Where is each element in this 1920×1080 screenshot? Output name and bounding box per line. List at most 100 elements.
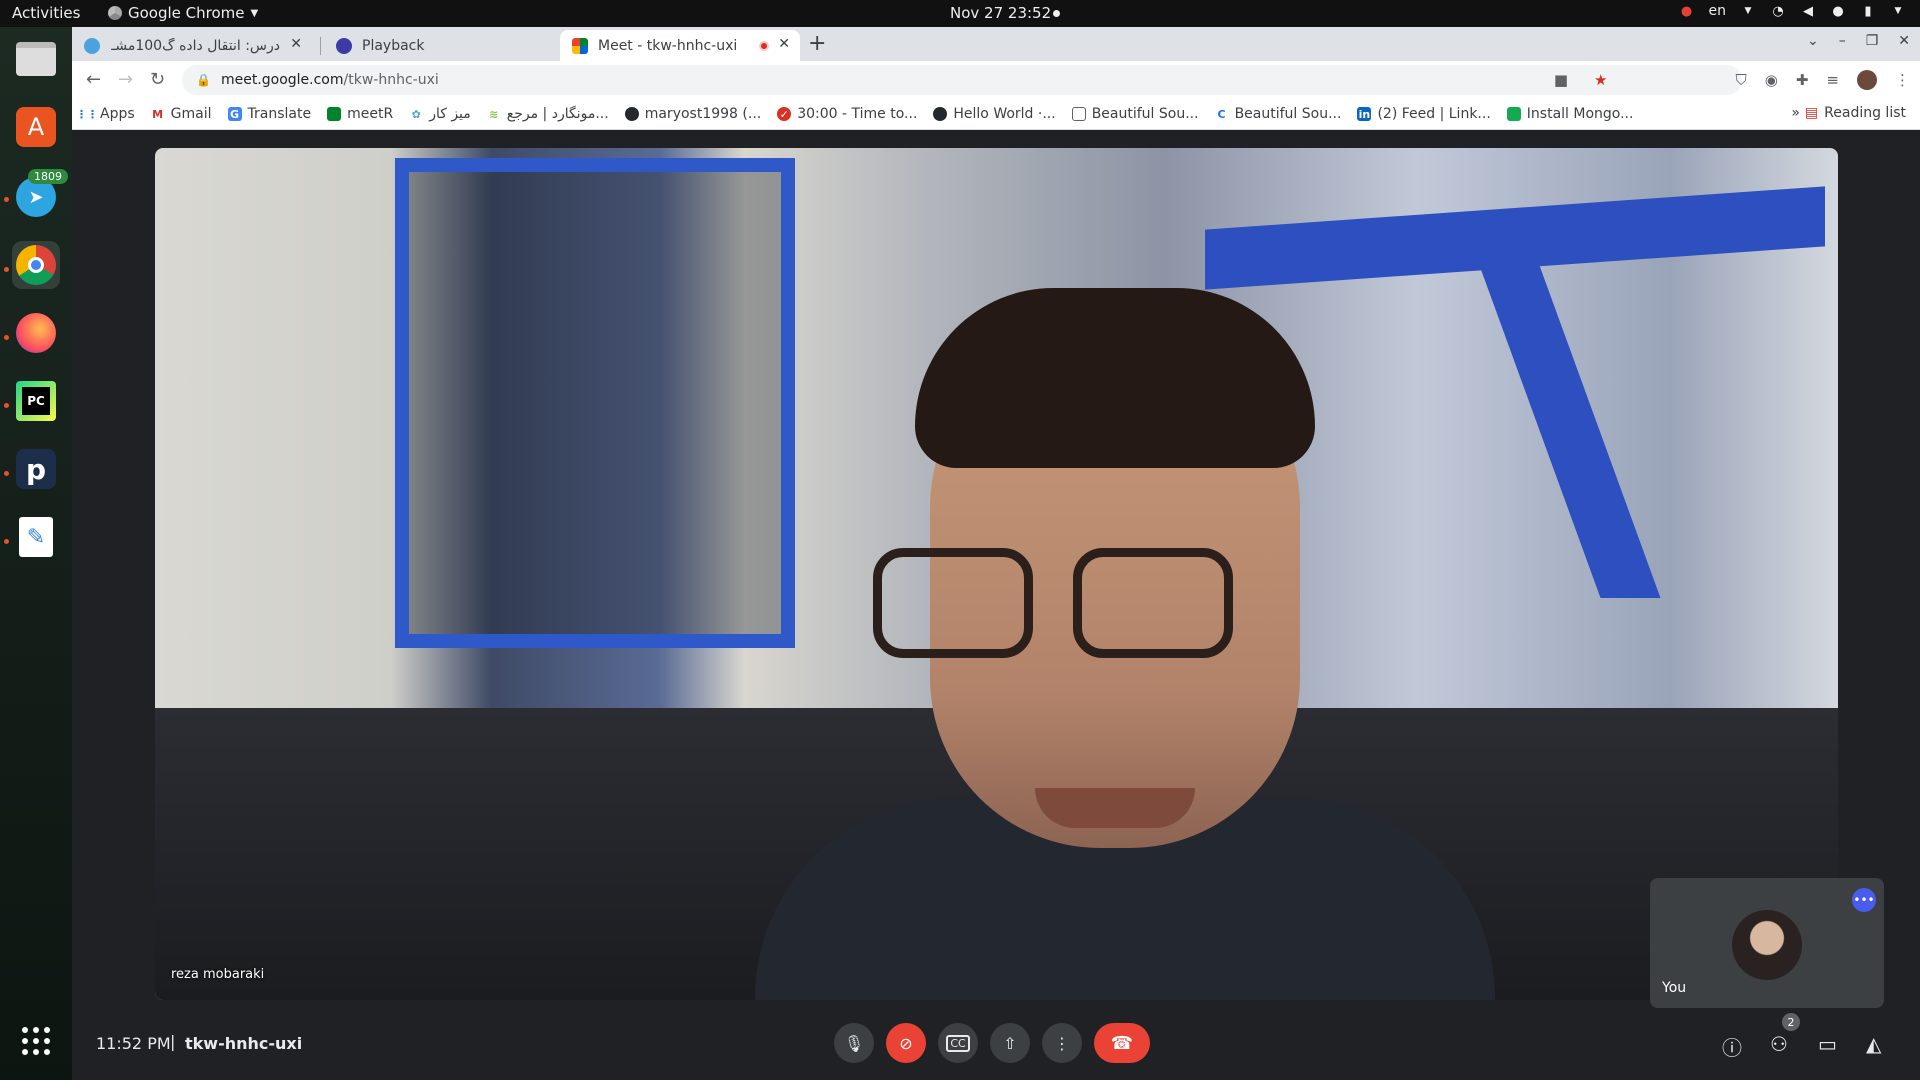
- bookmark-timer[interactable]: ✓ 30:00 - Time to...: [769, 106, 925, 122]
- close-window-icon[interactable]: ✕: [1898, 33, 1910, 49]
- apps-grid-icon: ⋮⋮: [76, 107, 98, 121]
- pandora-icon[interactable]: p: [12, 445, 60, 493]
- app-menu-label: Google Chrome: [128, 4, 245, 22]
- tab-meet[interactable]: Meet - tkw-hnhc-uxi ✕: [560, 30, 800, 61]
- speaker-name: reza mobaraki: [171, 967, 265, 982]
- bookmark-apps[interactable]: ⋮⋮ Apps: [72, 106, 143, 122]
- bookmark-star-icon[interactable]: ★: [1594, 71, 1607, 89]
- close-icon[interactable]: ✕: [290, 36, 302, 52]
- chevron-down-icon[interactable]: ▼: [1890, 3, 1906, 19]
- new-tab-button[interactable]: +: [808, 31, 826, 56]
- participant-count-badge: 2: [1782, 1013, 1800, 1031]
- volume-icon[interactable]: ◀: [1800, 3, 1816, 19]
- end-call-button[interactable]: ☎: [1094, 1023, 1150, 1063]
- bookmark-beautiful-soup-1[interactable]: Beautiful Sou...: [1064, 106, 1207, 122]
- camera-off-button[interactable]: ⊘: [886, 1023, 926, 1063]
- running-indicator: [4, 471, 9, 476]
- meeting-code: tkw-hnhc-uxi: [185, 1034, 303, 1053]
- main-video-tile[interactable]: reza mobaraki: [155, 148, 1838, 1000]
- bookmarks-overflow-icon[interactable]: »: [1791, 105, 1800, 121]
- meeting-info-icon[interactable]: ⓘ: [1722, 1032, 1742, 1061]
- bookmark-hello-world[interactable]: Hello World ·...: [925, 106, 1063, 122]
- captions-button[interactable]: CC: [938, 1023, 978, 1063]
- telegram-badge: 1809: [28, 169, 68, 184]
- present-button[interactable]: ⇧: [990, 1023, 1030, 1063]
- microphone-icon[interactable]: ●: [1830, 3, 1846, 19]
- self-label: You: [1662, 980, 1687, 996]
- wifi-icon[interactable]: ◔: [1770, 3, 1786, 19]
- battery-icon[interactable]: ▮: [1860, 3, 1876, 19]
- activities-button[interactable]: Activities: [12, 4, 80, 22]
- bookmark-meetr[interactable]: meetR: [319, 106, 401, 122]
- bookmark-gmail[interactable]: M Gmail: [143, 106, 220, 122]
- meeting-time: 11:52 PM: [96, 1034, 171, 1053]
- bookmark-label: Translate: [247, 106, 312, 122]
- kebab-menu-icon[interactable]: ⋮: [1895, 71, 1910, 89]
- restore-icon[interactable]: ❐: [1866, 33, 1879, 49]
- reading-list-button[interactable]: ▤ Reading list: [1805, 105, 1906, 121]
- more-options-icon[interactable]: •••: [1852, 888, 1876, 912]
- chat-icon[interactable]: ▭: [1818, 1032, 1837, 1056]
- running-indicator: [4, 335, 9, 340]
- github-icon: [933, 107, 948, 121]
- language-indicator[interactable]: en: [1709, 3, 1727, 19]
- profile-avatar[interactable]: [1857, 70, 1877, 90]
- chevron-down-icon[interactable]: ⌄: [1807, 33, 1819, 49]
- bookmark-label: 30:00 - Time to...: [797, 106, 918, 122]
- running-indicator: [4, 267, 9, 272]
- chrome-window: درس: انتقال داده گ100مشـ ✕ Playback ✕ Me…: [72, 27, 1920, 1080]
- extension-icon[interactable]: ◉: [1765, 71, 1778, 89]
- meet-stage: reza mobaraki ••• You 11:52 PM | tkw-hnh…: [72, 131, 1920, 1080]
- bookmark-beautiful-soup-2[interactable]: C Beautiful Sou...: [1207, 106, 1350, 122]
- gmail-icon: M: [152, 107, 164, 121]
- people-icon[interactable]: ⚇: [1770, 1032, 1788, 1056]
- bookmark-label: Gmail: [170, 106, 212, 122]
- back-arrow-icon[interactable]: ←: [86, 69, 101, 90]
- text-editor-icon[interactable]: ✎: [12, 513, 60, 561]
- reload-icon[interactable]: ↻: [150, 69, 165, 90]
- software-center-icon[interactable]: A: [12, 103, 60, 151]
- puzzle-icon[interactable]: ✚: [1796, 71, 1809, 89]
- forward-arrow-icon[interactable]: →: [118, 69, 133, 90]
- bookmark-label: Apps: [100, 106, 135, 122]
- activities-icon[interactable]: ◭: [1866, 1032, 1881, 1056]
- clock[interactable]: Nov 27 23:52: [950, 4, 1051, 22]
- chrome-tray-icon[interactable]: ●: [1679, 3, 1695, 19]
- c-icon: C: [1217, 107, 1226, 121]
- mongard-icon: ≋: [489, 107, 499, 121]
- minimize-icon[interactable]: –: [1839, 33, 1846, 49]
- lock-icon[interactable]: 🔒: [196, 73, 211, 87]
- shield-extension-icon[interactable]: ⛉: [1735, 71, 1746, 89]
- bookmark-linkedin[interactable]: in (2) Feed | Link...: [1349, 106, 1498, 122]
- bookmark-desk[interactable]: ✿ میز کار: [401, 106, 479, 122]
- files-icon[interactable]: [12, 35, 60, 83]
- github-icon: [624, 107, 639, 121]
- url-host: meet.google.com: [220, 72, 344, 88]
- bookmark-install-mongo[interactable]: Install Mongo...: [1499, 106, 1642, 122]
- mongodb-icon: [1506, 107, 1521, 121]
- camera-icon[interactable]: ■: [1554, 71, 1568, 89]
- more-options-button[interactable]: ⋮: [1042, 1023, 1082, 1063]
- system-tray[interactable]: ● en ▼ ◔ ◀ ● ▮ ▼: [1679, 3, 1907, 19]
- bookmark-translate[interactable]: G Translate: [220, 106, 320, 122]
- close-icon[interactable]: ✕: [778, 36, 790, 52]
- chrome-icon[interactable]: [12, 241, 60, 289]
- bookmark-label: Beautiful Sou...: [1091, 106, 1199, 122]
- ubuntu-dock: A ➤ 1809 PC p ✎: [0, 27, 72, 1080]
- media-control-icon[interactable]: ≡: [1826, 71, 1839, 89]
- app-menu[interactable]: Google Chrome ▼: [108, 4, 258, 22]
- gear-icon: ✿: [411, 107, 421, 121]
- bookmark-mongard[interactable]: ≋ مونگارد | مرجع...: [479, 106, 617, 122]
- firefox-icon[interactable]: [12, 309, 60, 357]
- bookmark-github-maryost[interactable]: maryost1998 (...: [617, 106, 770, 122]
- tab-divider: [320, 37, 321, 55]
- present-icon: ⇧: [1003, 1033, 1017, 1053]
- self-video-tile[interactable]: ••• You: [1650, 878, 1884, 1008]
- notification-dot: [1053, 10, 1060, 17]
- pycharm-icon[interactable]: PC: [12, 377, 60, 425]
- show-applications-icon[interactable]: [12, 1017, 60, 1065]
- chevron-down-icon: ▼: [1744, 6, 1752, 16]
- microphone-button[interactable]: 🎙: [834, 1023, 874, 1063]
- tab-course[interactable]: درس: انتقال داده گ100مشـ ✕: [72, 30, 312, 61]
- address-bar[interactable]: 🔒 meet.google.com/tkw-hnhc-uxi: [182, 65, 1742, 95]
